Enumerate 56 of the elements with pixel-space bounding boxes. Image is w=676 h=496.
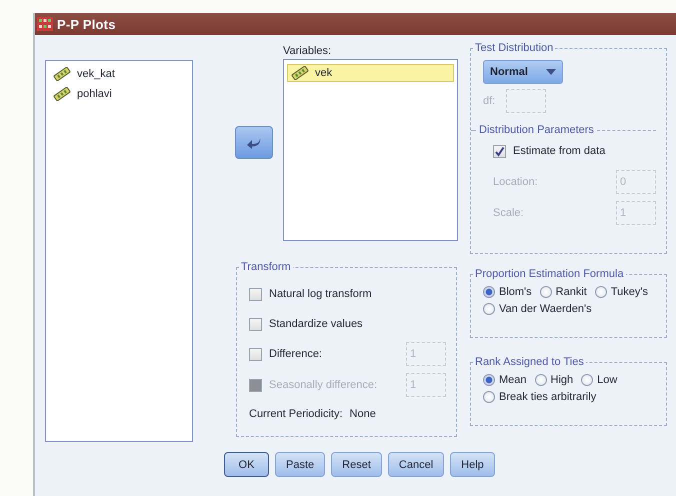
caret-icon — [546, 69, 556, 75]
dialog-button[interactable]: Reset — [331, 452, 382, 477]
subgroup-title: Distribution Parameters — [479, 124, 594, 136]
input-field[interactable] — [506, 89, 546, 113]
radio-label: Blom's — [499, 286, 532, 298]
radio-label: Tukey's — [610, 286, 648, 298]
move-button[interactable] — [235, 126, 273, 159]
variables-label: Variables: — [283, 45, 332, 57]
group-title: Transform — [240, 261, 292, 273]
grid-icon — [37, 17, 53, 31]
radio-button[interactable] — [483, 374, 495, 386]
radio-button[interactable] — [594, 286, 607, 298]
radio-label: Van der Waerden's — [499, 303, 592, 315]
checkbox-label: Estimate from data — [513, 145, 606, 157]
radio-button[interactable] — [483, 286, 495, 298]
variable-item[interactable]: pohlavi — [77, 88, 112, 100]
field-label: Location: — [493, 176, 538, 188]
dialog-button[interactable]: Help — [450, 452, 495, 477]
checkbox[interactable] — [249, 348, 262, 360]
dialog-button[interactable]: Cancel — [388, 452, 444, 477]
group-title: Proportion Estimation Formula — [474, 268, 625, 280]
group-title: Test Distribution — [474, 42, 554, 54]
window-title: P-P Plots — [57, 16, 116, 32]
checkbox[interactable] — [249, 318, 262, 330]
df-label: df: — [483, 95, 496, 107]
variable-item[interactable]: vek — [287, 64, 454, 82]
field-label: Scale: — [493, 206, 524, 218]
group-title: Rank Assigned to Ties — [474, 356, 585, 368]
radio-button[interactable] — [483, 303, 495, 315]
periodicity-value: None — [350, 408, 376, 420]
radio-button[interactable] — [483, 391, 495, 403]
dialog-button[interactable]: Paste — [275, 452, 326, 477]
distribution-dropdown[interactable]: Normal — [483, 60, 563, 84]
radio-label: Rankit — [556, 286, 587, 298]
source-variable-list[interactable]: vek_kat pohlavi — [45, 60, 193, 442]
radio-label: Mean — [499, 374, 527, 386]
radio-label: High — [550, 374, 574, 386]
checkbox[interactable] — [249, 288, 262, 300]
radio-label: Low — [597, 374, 618, 386]
variable-item[interactable]: vek_kat — [77, 68, 115, 80]
radio-label: Break ties arbitrarily — [499, 391, 596, 403]
checkbox-label: Seasonally difference: — [269, 379, 378, 391]
radio-button[interactable] — [534, 374, 547, 386]
dialog-button[interactable]: OK — [224, 452, 269, 477]
ruler-icon — [53, 67, 71, 81]
radio-button[interactable] — [540, 286, 552, 298]
arrow-icon — [246, 136, 262, 148]
radio-button[interactable] — [581, 374, 594, 386]
periodicity-label: Current Periodicity: — [249, 408, 343, 420]
ruler-icon — [53, 87, 71, 101]
ruler-icon — [291, 66, 309, 80]
checkbox-label: Difference: — [269, 348, 322, 360]
checkbox[interactable] — [493, 144, 506, 158]
variables-list[interactable]: vek — [283, 59, 458, 241]
checkbox-label: Standardize values — [269, 318, 363, 330]
checkbox-label: Natural log transform — [269, 288, 372, 300]
